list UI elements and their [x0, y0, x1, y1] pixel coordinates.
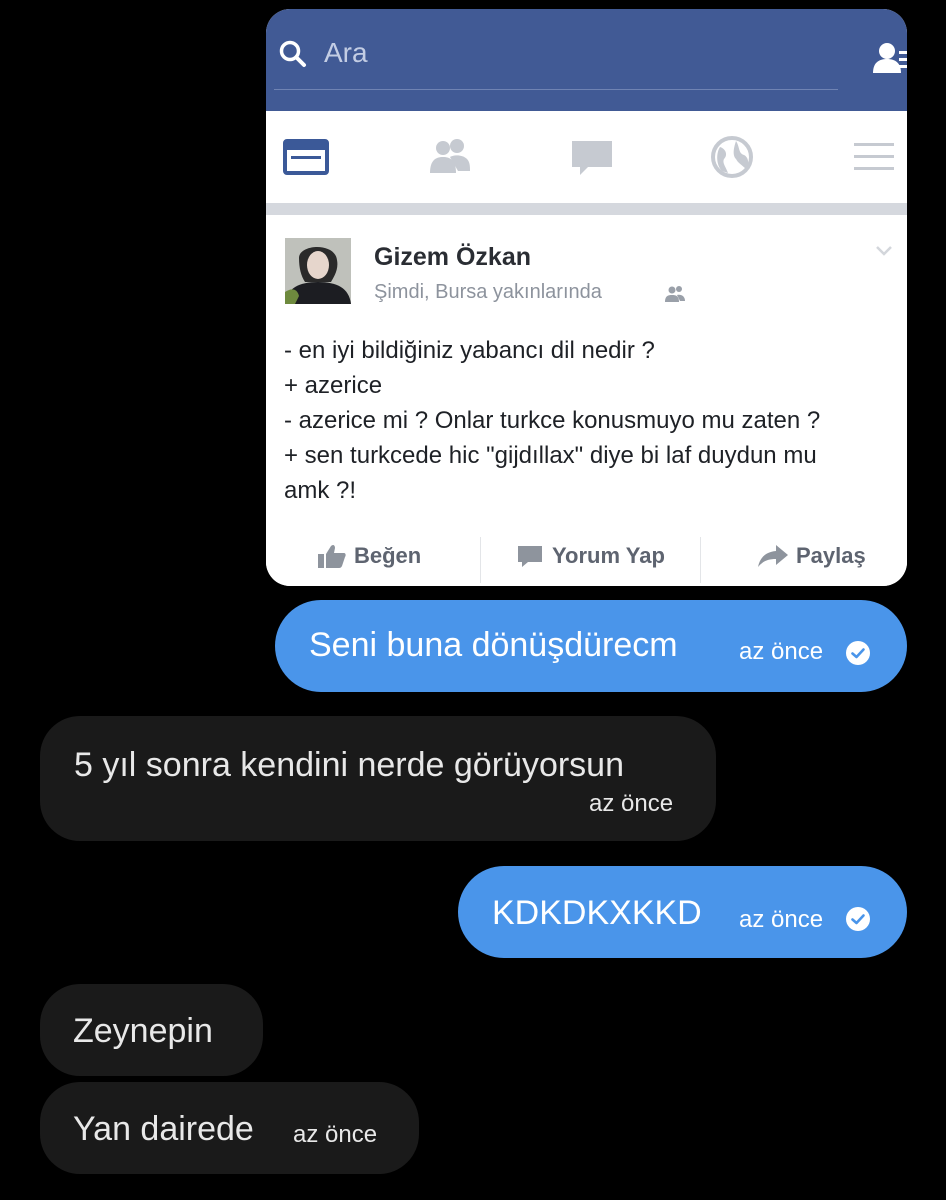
search-icon: [279, 40, 306, 67]
feed-divider: [266, 203, 907, 215]
post-line: + azerice: [284, 372, 383, 399]
post-body: - en iyi bildiğiniz yabancı dil nedir ? …: [284, 333, 904, 508]
friends-audience-icon: [665, 286, 685, 302]
check-circle-icon: [846, 907, 870, 931]
like-label: Beğen: [354, 543, 422, 568]
comment-button: Yorum Yap: [516, 543, 665, 569]
message-text: 5 yıl sonra kendini nerde görüyorsun: [74, 746, 624, 784]
comment-label: Yorum Yap: [552, 543, 665, 568]
action-separator: [700, 537, 701, 583]
post-actions: Beğen Yorum Yap Paylaş: [266, 533, 907, 586]
message-text: KDKDKXKKD: [492, 894, 702, 932]
messages-icon: [572, 141, 612, 175]
like-button: Beğen: [318, 543, 421, 569]
incoming-message[interactable]: 5 yıl sonra kendini nerde görüyorsun az …: [40, 716, 716, 841]
post-author: Gizem Özkan: [374, 243, 531, 271]
message-text: Seni buna dönüşdürecm: [309, 626, 678, 664]
thumbs-up-icon: [318, 544, 346, 568]
incoming-message[interactable]: Yan dairede az önce: [40, 1082, 419, 1174]
message-text: Zeynepin: [73, 1012, 213, 1050]
message-text: Yan dairede: [73, 1110, 254, 1148]
shared-image[interactable]: Ara Gizem Özkan Şimdi, Bursa yakınlarınd…: [266, 9, 907, 586]
notifications-globe-icon: [711, 136, 753, 178]
friend-requests-icon: [873, 43, 907, 73]
share-button: Paylaş: [758, 543, 866, 569]
post-line: - azerice mi ? Onlar turkce konusmuyo mu…: [284, 407, 821, 434]
message-time: az önce: [739, 906, 824, 933]
fb-nav-bar: [266, 111, 907, 207]
message-time: az önce: [739, 638, 824, 665]
message-time: az önce: [589, 790, 674, 817]
post-meta: Şimdi, Bursa yakınlarında: [374, 281, 602, 303]
check-circle-icon: [846, 641, 870, 665]
search-placeholder: Ara: [324, 37, 368, 68]
news-feed-icon: [283, 139, 329, 175]
avatar: [285, 238, 351, 304]
fb-post: Gizem Özkan Şimdi, Bursa yakınlarında - …: [266, 215, 907, 586]
fb-search-bar: Ara: [266, 9, 907, 111]
share-label: Paylaş: [796, 543, 866, 568]
share-arrow-icon: [758, 545, 788, 567]
post-line: amk ?!: [284, 477, 357, 504]
outgoing-message[interactable]: Seni buna dönüşdürecm az önce: [275, 600, 907, 692]
friends-icon: [430, 139, 470, 173]
message-time: az önce: [293, 1121, 378, 1148]
outgoing-message[interactable]: KDKDKXKKD az önce: [458, 866, 907, 958]
menu-icon: [854, 143, 894, 170]
post-line: - en iyi bildiğiniz yabancı dil nedir ?: [284, 337, 655, 364]
chevron-down-icon: [876, 246, 892, 256]
search-underline: [274, 89, 838, 90]
comment-icon: [518, 546, 542, 567]
incoming-message[interactable]: Zeynepin: [40, 984, 263, 1076]
post-line: + sen turkcede hic "gijdıllax" diye bi l…: [284, 442, 817, 469]
action-separator: [480, 537, 481, 583]
